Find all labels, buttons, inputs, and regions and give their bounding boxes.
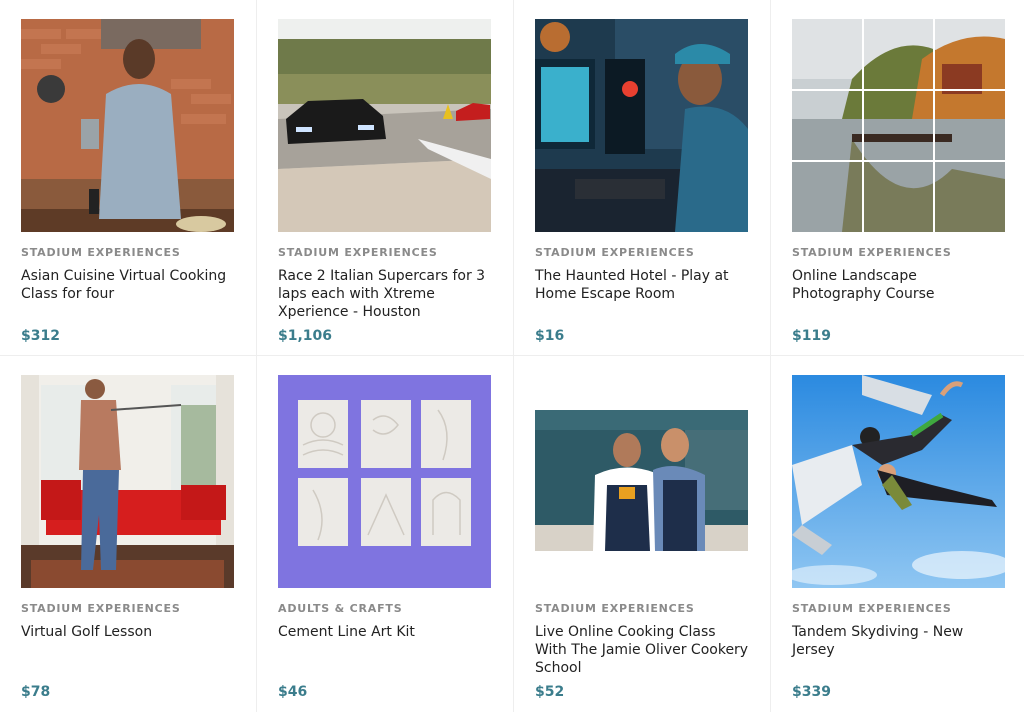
product-category: STADIUM EXPERIENCES xyxy=(535,602,695,615)
two-chefs-photo[interactable] xyxy=(535,375,748,588)
product-price: $78 xyxy=(21,684,51,700)
product-price: $52 xyxy=(535,684,565,700)
product-price: $46 xyxy=(278,684,308,700)
product-title[interactable]: The Haunted Hotel - Play at Home Escape … xyxy=(535,267,750,303)
product-card[interactable]: STADIUM EXPERIENCES Virtual Golf Lesson … xyxy=(0,356,257,712)
product-card[interactable]: STADIUM EXPERIENCES Live Online Cooking … xyxy=(514,356,771,712)
supercar-racetrack-photo[interactable] xyxy=(278,19,491,232)
golfer-living-room-photo[interactable] xyxy=(21,375,234,588)
product-category: STADIUM EXPERIENCES xyxy=(535,246,695,259)
product-category: STADIUM EXPERIENCES xyxy=(792,602,952,615)
product-card[interactable]: ADULTS & CRAFTS Cement Line Art Kit $46 xyxy=(257,356,514,712)
product-category: STADIUM EXPERIENCES xyxy=(278,246,438,259)
lake-landscape-grid-photo[interactable] xyxy=(792,19,1005,232)
cement-tiles-photo[interactable] xyxy=(278,375,491,588)
product-title[interactable]: Asian Cuisine Virtual Cooking Class for … xyxy=(21,267,236,303)
product-title[interactable]: Virtual Golf Lesson xyxy=(21,623,236,641)
product-title[interactable]: Online Landscape Photography Course xyxy=(792,267,1007,303)
product-title[interactable]: Cement Line Art Kit xyxy=(278,623,493,641)
product-title[interactable]: Live Online Cooking Class With The Jamie… xyxy=(535,623,750,677)
product-category: ADULTS & CRAFTS xyxy=(278,602,403,615)
product-category: STADIUM EXPERIENCES xyxy=(21,246,181,259)
product-title[interactable]: Tandem Skydiving - New Jersey xyxy=(792,623,1007,659)
product-card[interactable]: STADIUM EXPERIENCES Tandem Skydiving - N… xyxy=(771,356,1024,712)
product-grid: STADIUM EXPERIENCES Asian Cuisine Virtua… xyxy=(0,0,1024,713)
skydivers-photo[interactable] xyxy=(792,375,1005,588)
product-card[interactable]: STADIUM EXPERIENCES Asian Cuisine Virtua… xyxy=(0,0,257,356)
product-price: $312 xyxy=(21,328,60,344)
product-category: STADIUM EXPERIENCES xyxy=(21,602,181,615)
product-category: STADIUM EXPERIENCES xyxy=(792,246,952,259)
product-price: $119 xyxy=(792,328,831,344)
gamer-at-computer-photo[interactable] xyxy=(535,19,748,232)
product-price: $339 xyxy=(792,684,831,700)
product-card[interactable]: STADIUM EXPERIENCES Race 2 Italian Super… xyxy=(257,0,514,356)
product-title[interactable]: Race 2 Italian Supercars for 3 laps each… xyxy=(278,267,493,321)
product-price: $16 xyxy=(535,328,565,344)
product-price: $1,106 xyxy=(278,328,333,344)
product-card[interactable]: STADIUM EXPERIENCES Online Landscape Pho… xyxy=(771,0,1024,356)
product-card[interactable]: STADIUM EXPERIENCES The Haunted Hotel - … xyxy=(514,0,771,356)
chef-in-kitchen-photo[interactable] xyxy=(21,19,234,232)
